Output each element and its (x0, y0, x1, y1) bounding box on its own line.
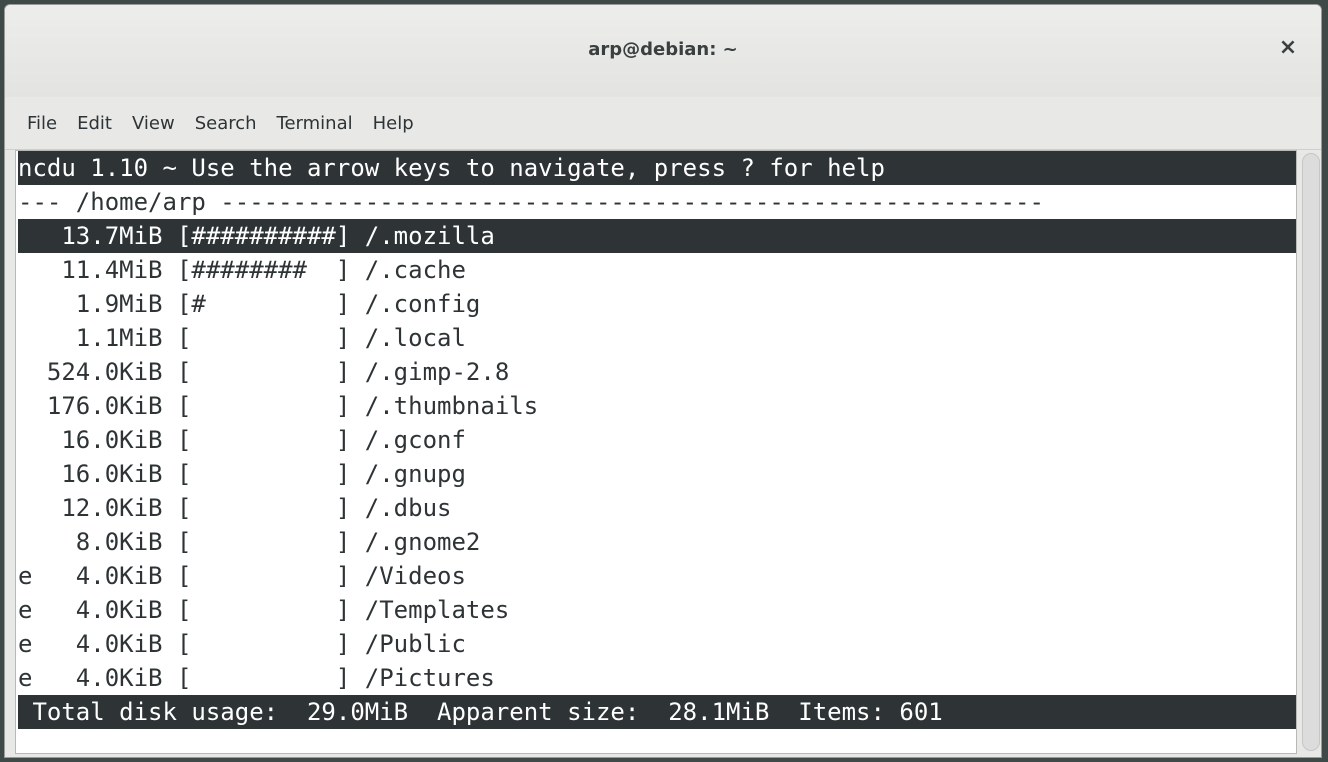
ncdu-row[interactable]: 12.0KiB [ ] /.dbus (18, 491, 1296, 525)
ncdu-row[interactable]: e 4.0KiB [ ] /Public (18, 627, 1296, 661)
menu-edit[interactable]: Edit (67, 113, 122, 134)
ncdu-row[interactable]: 11.4MiB [######## ] /.cache (18, 253, 1296, 287)
ncdu-status-bar: Total disk usage: 29.0MiB Apparent size:… (18, 695, 1296, 729)
ncdu-row-selected[interactable]: 13.7MiB [##########] /.mozilla (18, 219, 1296, 253)
menu-bar: File Edit View Search Terminal Help (5, 97, 1321, 150)
menu-view[interactable]: View (122, 113, 185, 134)
close-icon[interactable]: × (1273, 33, 1303, 63)
ncdu-row[interactable]: 524.0KiB [ ] /.gimp-2.8 (18, 355, 1296, 389)
title-bar[interactable]: arp@debian: ~ × (5, 5, 1321, 97)
ncdu-path-line: --- /home/arp --------------------------… (18, 188, 1044, 216)
menu-help[interactable]: Help (363, 113, 424, 134)
menu-terminal[interactable]: Terminal (267, 113, 363, 134)
ncdu-row[interactable]: 1.9MiB [# ] /.config (18, 287, 1296, 321)
menu-search[interactable]: Search (185, 113, 267, 134)
ncdu-header: ncdu 1.10 ~ Use the arrow keys to naviga… (18, 151, 1296, 185)
terminal-screen[interactable]: ncdu 1.10 ~ Use the arrow keys to naviga… (15, 150, 1297, 754)
menu-file[interactable]: File (5, 113, 67, 134)
ncdu-row[interactable]: 176.0KiB [ ] /.thumbnails (18, 389, 1296, 423)
ncdu-row[interactable]: 16.0KiB [ ] /.gnupg (18, 457, 1296, 491)
ncdu-row[interactable]: 1.1MiB [ ] /.local (18, 321, 1296, 355)
scrollbar[interactable] (1302, 153, 1320, 751)
ncdu-row[interactable]: 16.0KiB [ ] /.gconf (18, 423, 1296, 457)
ncdu-row[interactable]: 8.0KiB [ ] /.gnome2 (18, 525, 1296, 559)
ncdu-row[interactable]: e 4.0KiB [ ] /Pictures (18, 661, 1296, 695)
ncdu-row[interactable]: e 4.0KiB [ ] /Templates (18, 593, 1296, 627)
window-title: arp@debian: ~ (588, 39, 738, 60)
terminal-window: arp@debian: ~ × File Edit View Search Termin… (4, 4, 1322, 758)
ncdu-row[interactable]: e 4.0KiB [ ] /Videos (18, 559, 1296, 593)
